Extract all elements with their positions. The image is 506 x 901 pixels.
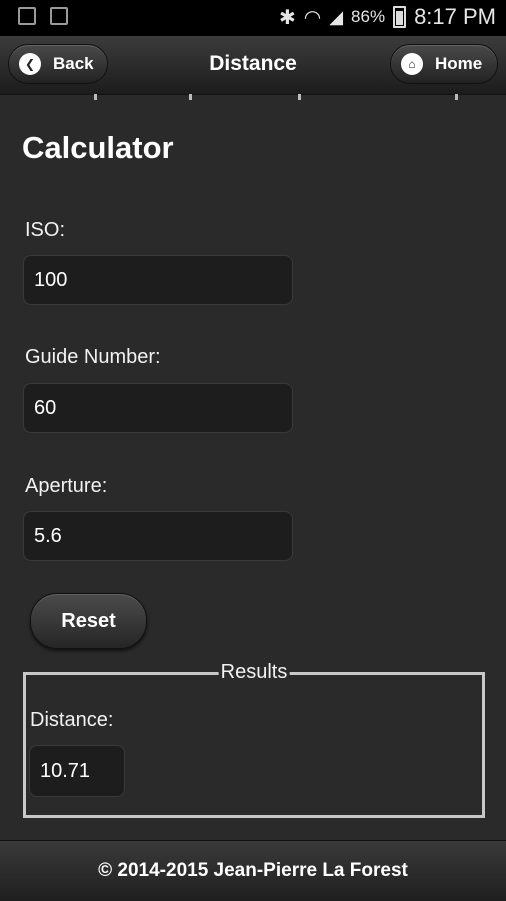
home-icon: ⌂ [401, 53, 423, 75]
guide-number-input[interactable]: 60 [23, 383, 293, 433]
header-bar: ❮ Back Distance ⌂ Home [0, 36, 506, 95]
guide-number-label: Guide Number: [25, 346, 161, 368]
distance-output[interactable]: 10.71 [29, 745, 125, 797]
distance-label: Distance: [30, 709, 114, 731]
screencast-icon [18, 7, 36, 25]
aperture-label: Aperture: [25, 475, 108, 497]
status-bar: ✱ ◠ ◢ 86% 8:17 PM [0, 0, 506, 36]
header-divider-marks [0, 94, 506, 100]
aperture-input[interactable]: 5.6 [23, 511, 293, 561]
battery-percent: 86% [351, 7, 386, 26]
signal-icon: ◢ [329, 6, 344, 27]
reset-button[interactable]: Reset [30, 593, 147, 649]
battery-icon [393, 6, 407, 28]
gallery-icon [50, 7, 68, 25]
bluetooth-icon: ✱ [278, 6, 296, 29]
results-fieldset: Results Distance: 10.71 [23, 661, 485, 818]
home-button[interactable]: ⌂ Home [390, 44, 498, 84]
page-title: Calculator [22, 130, 174, 165]
system-icons: ✱ ◠ ◢ 86% 8:17 PM [279, 4, 496, 30]
notification-icons [18, 7, 68, 25]
iso-input[interactable]: 100 [23, 255, 293, 305]
footer: © 2014-2015 Jean-Pierre La Forest [0, 840, 506, 901]
iso-label: ISO: [25, 219, 66, 241]
results-legend: Results [218, 661, 290, 684]
wifi-icon: ◠ [303, 6, 322, 29]
clock: 8:17 PM [414, 4, 496, 29]
home-button-label: Home [435, 54, 483, 73]
